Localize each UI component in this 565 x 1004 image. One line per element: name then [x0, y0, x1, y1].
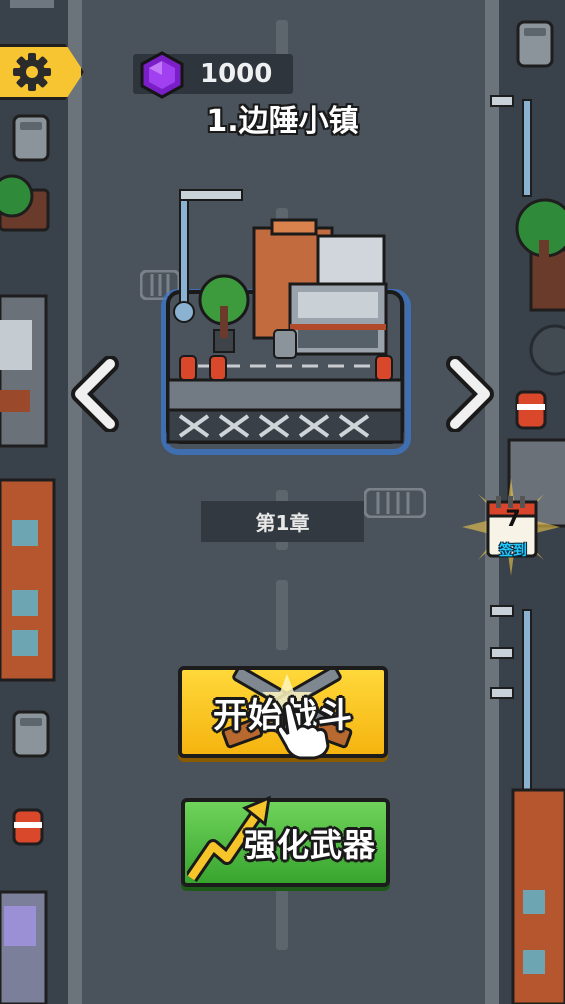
level-title: 1.边陲小镇: [206, 104, 359, 139]
trash-can-icon: [516, 20, 554, 68]
lane-marking: [276, 890, 288, 950]
checkin-label: 签到: [499, 543, 527, 559]
next-level-button[interactable]: [441, 356, 497, 432]
street-grate: [364, 488, 426, 518]
chevron-right-icon: [450, 359, 490, 429]
checkin-day-number: 7: [505, 507, 521, 532]
tutorial-hand-pointer-icon: [276, 701, 330, 760]
trash-can-icon: [273, 329, 297, 359]
lane-marking: [276, 580, 288, 650]
upgrade-weapon-label: 强化武器: [243, 825, 376, 864]
start-battle-button[interactable]: 开始战斗: [178, 666, 388, 760]
prev-level-button[interactable]: [68, 356, 124, 432]
chevron-left-icon: [75, 359, 115, 429]
left-street-scenery: [0, 0, 56, 1004]
trash-can-icon: [12, 710, 50, 758]
level-preview-card[interactable]: [158, 180, 412, 460]
street-lamp-icon: [490, 605, 532, 791]
gear-icon: [13, 53, 51, 91]
chapter-label: 第1章: [201, 501, 364, 542]
upgrade-weapon-button[interactable]: 强化武器: [181, 795, 390, 887]
traffic-cone-icon: [515, 390, 547, 430]
purple-gem-icon: [140, 51, 184, 99]
traffic-cone-icon: [12, 808, 44, 846]
gem-count: 1000: [200, 59, 273, 89]
